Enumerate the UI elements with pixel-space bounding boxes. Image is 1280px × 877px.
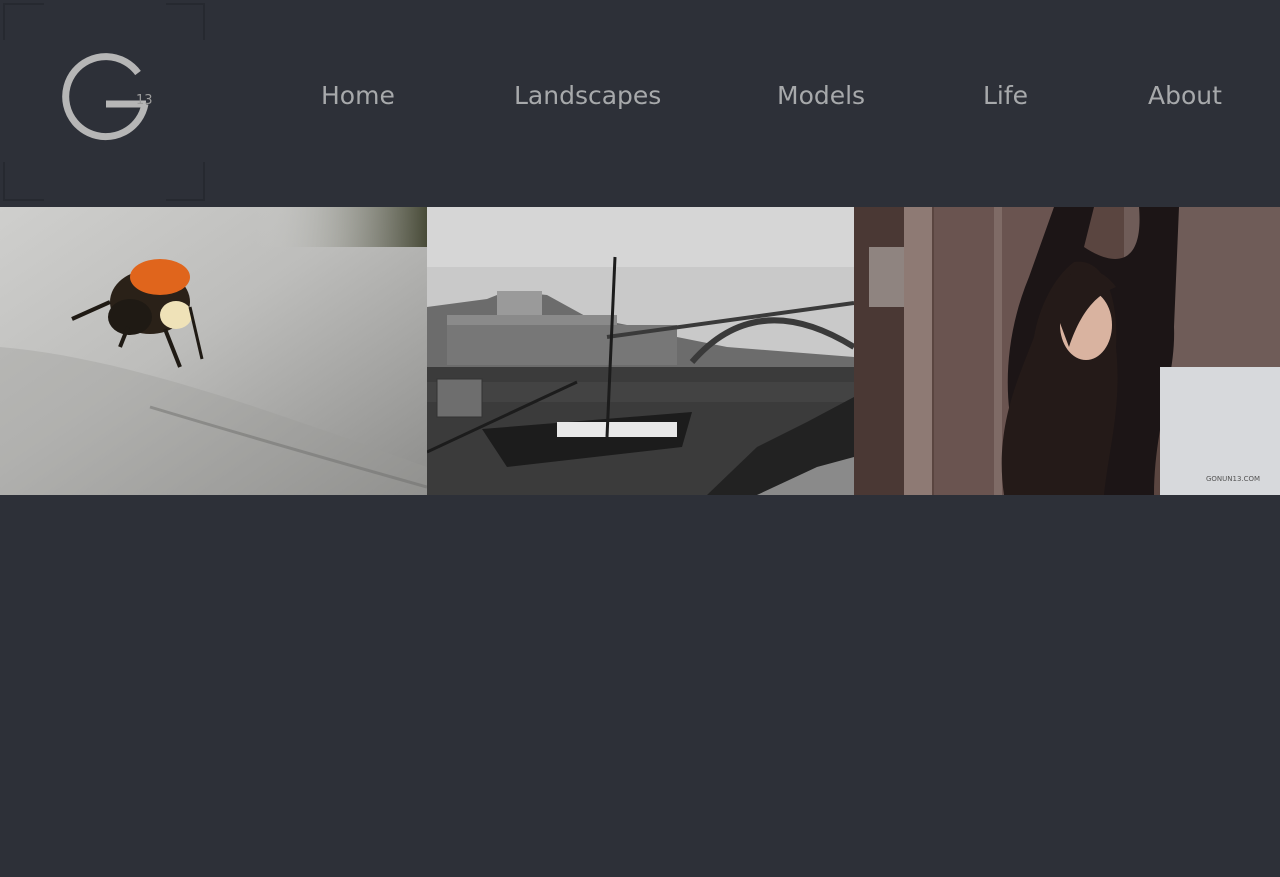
photo-bumblebee[interactable] <box>0 207 427 495</box>
nav-home[interactable]: Home <box>321 78 395 114</box>
svg-text:GONUN13.COM: GONUN13.COM <box>1206 475 1260 483</box>
nav-life[interactable]: Life <box>983 78 1028 114</box>
nav-models[interactable]: Models <box>777 78 865 114</box>
nav-landscapes[interactable]: Landscapes <box>514 78 661 114</box>
main-nav: Home Landscapes Models Life About <box>0 78 1280 118</box>
photo-porto-river[interactable] <box>427 207 854 495</box>
nav-about[interactable]: About <box>1148 78 1222 114</box>
photo-model-portrait[interactable]: GONUN13.COM <box>854 207 1280 495</box>
site-header: 13 Home Landscapes Models Life About <box>0 0 1280 207</box>
photo-gallery: GONUN13.COM <box>0 207 1280 495</box>
